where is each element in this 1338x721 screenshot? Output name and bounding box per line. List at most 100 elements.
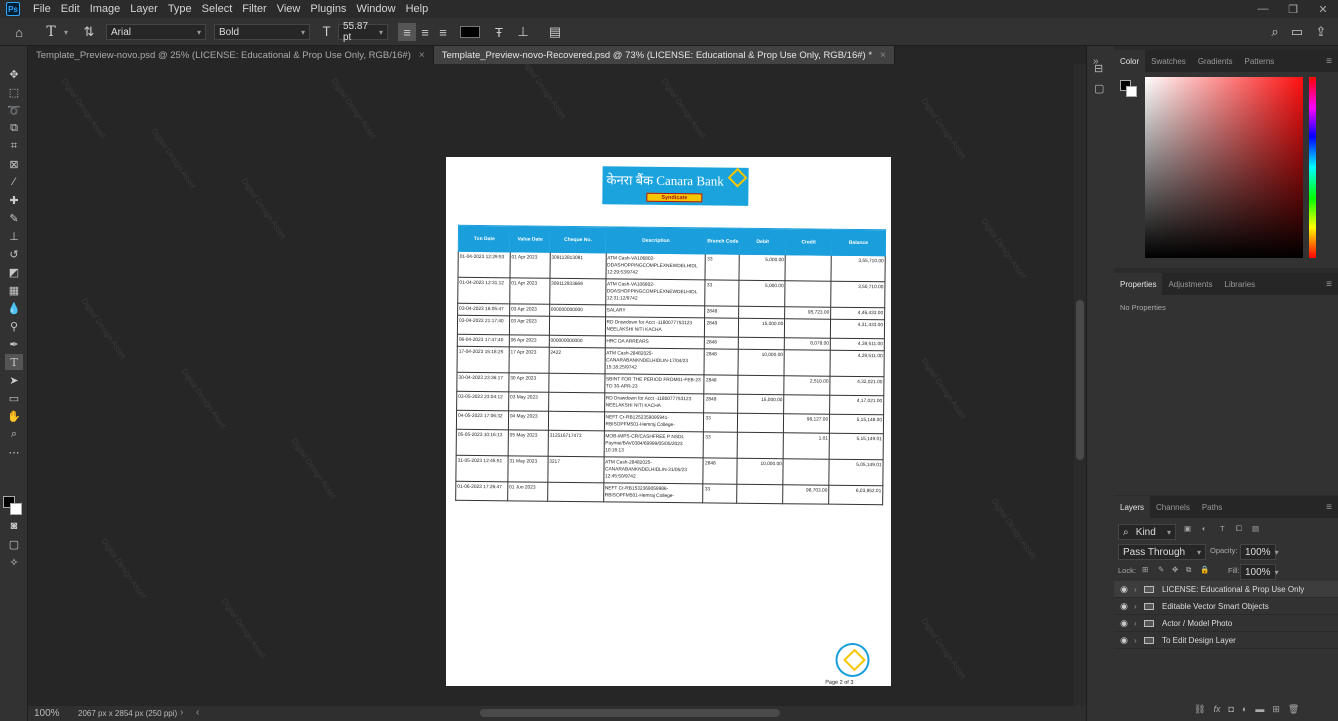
character-panel-icon[interactable]: ▤ bbox=[546, 23, 564, 41]
layer-style-icon[interactable]: fx bbox=[1213, 704, 1220, 715]
type-tool-icon[interactable]: T bbox=[5, 354, 23, 370]
tab-paths[interactable]: Paths bbox=[1196, 496, 1228, 518]
workspace-icon[interactable]: ▭ bbox=[1288, 23, 1306, 41]
healing-brush-icon[interactable]: ✚ bbox=[5, 192, 23, 208]
filter-type-icon[interactable]: T bbox=[1220, 524, 1225, 533]
link-layers-icon[interactable]: ⛓ bbox=[1194, 704, 1205, 715]
status-chevron-icon[interactable]: › bbox=[180, 707, 183, 718]
eraser-tool-icon[interactable]: ◩ bbox=[5, 264, 23, 280]
lock-pixels-icon[interactable]: ✎ bbox=[1158, 565, 1164, 574]
share-icon[interactable]: ⇪ bbox=[1312, 23, 1330, 41]
expand-arrow-icon[interactable]: › bbox=[1134, 585, 1144, 594]
fill-field[interactable]: 100% ▾ bbox=[1240, 564, 1279, 580]
pen-tool-icon[interactable]: ✒ bbox=[5, 336, 23, 352]
visibility-eye-icon[interactable]: ◉ bbox=[1114, 618, 1134, 629]
align-center-icon[interactable]: ≡ bbox=[416, 23, 434, 41]
font-size-field[interactable]: 55.87 pt ▾ bbox=[338, 21, 388, 43]
blend-mode-dropdown[interactable]: Pass Through ▾ bbox=[1118, 544, 1206, 560]
color-field[interactable] bbox=[1145, 77, 1303, 258]
filter-adjustment-icon[interactable]: ◐ bbox=[1202, 524, 1207, 533]
font-family-dropdown[interactable]: Arial ▾ bbox=[106, 24, 206, 40]
menu-edit[interactable]: Edit bbox=[56, 3, 85, 15]
panel-menu-icon[interactable]: ≡ bbox=[1326, 279, 1332, 290]
new-layer-icon[interactable]: ⊞ bbox=[1272, 704, 1280, 715]
tab-channels[interactable]: Channels bbox=[1150, 496, 1196, 518]
move-tool-icon[interactable]: ✥ bbox=[5, 66, 23, 82]
align-left-icon[interactable]: ≡ bbox=[398, 23, 416, 41]
type-tool-icon[interactable]: T bbox=[42, 23, 60, 41]
expand-arrow-icon[interactable]: › bbox=[1134, 636, 1144, 645]
menu-plugins[interactable]: Plugins bbox=[305, 3, 351, 15]
menu-layer[interactable]: Layer bbox=[125, 3, 163, 15]
layer-row[interactable]: ◉ › Editable Vector Smart Objects bbox=[1114, 598, 1338, 615]
blur-tool-icon[interactable]: 💧 bbox=[5, 300, 23, 316]
home-icon[interactable]: ⌂ bbox=[10, 23, 28, 41]
tab-libraries[interactable]: Libraries bbox=[1219, 273, 1262, 295]
crop-tool-icon[interactable]: ⌗ bbox=[5, 138, 23, 154]
tab-swatches[interactable]: Swatches bbox=[1145, 50, 1192, 72]
toggle-orientation-icon[interactable]: ⇅ bbox=[80, 23, 98, 41]
zoom-tool-icon[interactable]: ⌕ bbox=[5, 426, 23, 442]
restore-icon[interactable]: ❐ bbox=[1278, 0, 1308, 18]
visibility-eye-icon[interactable]: ◉ bbox=[1114, 601, 1134, 612]
tab-gradients[interactable]: Gradients bbox=[1192, 50, 1239, 72]
history-brush-icon[interactable]: ↺ bbox=[5, 246, 23, 262]
lock-position-icon[interactable]: ✥ bbox=[1172, 565, 1178, 574]
document-canvas[interactable]: केनरा बैंक Canara Bank Syndicate Txn Dat… bbox=[446, 157, 891, 686]
close-tab-icon[interactable]: × bbox=[880, 50, 886, 61]
brush-tool-icon[interactable]: ✎ bbox=[5, 210, 23, 226]
lock-all-icon[interactable]: 🔒 bbox=[1200, 565, 1209, 574]
tab-properties[interactable]: Properties bbox=[1114, 273, 1163, 295]
zoom-level[interactable]: 100% bbox=[34, 708, 60, 719]
close-window-icon[interactable]: ✕ bbox=[1308, 0, 1338, 18]
filter-smart-object-icon[interactable]: ▤ bbox=[1252, 524, 1259, 533]
align-right-icon[interactable]: ≡ bbox=[434, 23, 452, 41]
scroll-left-icon[interactable]: ‹ bbox=[196, 707, 199, 718]
menu-view[interactable]: View bbox=[272, 3, 306, 15]
layer-row[interactable]: ◉ › LICENSE: Educational & Prop Use Only bbox=[1114, 581, 1338, 598]
close-tab-icon[interactable]: × bbox=[419, 50, 425, 61]
marquee-tool-icon[interactable]: ⬚ bbox=[5, 84, 23, 100]
tab-patterns[interactable]: Patterns bbox=[1239, 50, 1281, 72]
warp-text-icon[interactable]: Ŧ bbox=[490, 23, 508, 41]
path-selection-icon[interactable]: ➤ bbox=[5, 372, 23, 388]
screen-mode-icon[interactable]: ▢ bbox=[5, 536, 23, 552]
layer-row[interactable]: ◉ › To Edit Design Layer bbox=[1114, 632, 1338, 649]
visibility-eye-icon[interactable]: ◉ bbox=[1114, 635, 1134, 646]
gradient-tool-icon[interactable]: ▦ bbox=[5, 282, 23, 298]
history-icon[interactable]: ⊟ bbox=[1094, 62, 1103, 75]
3d-text-icon[interactable]: ⊥ bbox=[514, 23, 532, 41]
background-color-swatch[interactable] bbox=[10, 503, 22, 515]
search-icon[interactable]: ⌕ bbox=[1266, 23, 1284, 41]
tab-template-preview[interactable]: Template_Preview-novo.psd @ 25% (LICENSE… bbox=[28, 46, 434, 64]
opacity-field[interactable]: 100% ▾ bbox=[1240, 544, 1279, 560]
eyedropper-tool-icon[interactable]: ⁄ bbox=[5, 174, 23, 190]
add-mask-icon[interactable]: ◘ bbox=[1228, 704, 1233, 715]
filter-pixel-icon[interactable]: ▣ bbox=[1184, 524, 1191, 533]
tab-layers[interactable]: Layers bbox=[1114, 496, 1151, 518]
panel-menu-icon[interactable]: ≡ bbox=[1326, 56, 1332, 67]
rectangle-tool-icon[interactable]: ▭ bbox=[5, 390, 23, 406]
menu-filter[interactable]: Filter bbox=[237, 3, 271, 15]
visibility-eye-icon[interactable]: ◉ bbox=[1114, 584, 1134, 595]
hue-slider[interactable] bbox=[1309, 77, 1316, 258]
menu-type[interactable]: Type bbox=[163, 3, 197, 15]
tab-color[interactable]: Color bbox=[1114, 50, 1146, 72]
quick-mask-icon[interactable]: ◙ bbox=[5, 518, 23, 534]
expand-arrow-icon[interactable]: › bbox=[1134, 602, 1144, 611]
new-group-icon[interactable]: ▬ bbox=[1255, 704, 1264, 715]
layer-row[interactable]: ◉ › Actor / Model Photo bbox=[1114, 615, 1338, 632]
tab-adjustments[interactable]: Adjustments bbox=[1162, 273, 1218, 295]
generative-icon[interactable]: ✧ bbox=[5, 554, 23, 570]
lock-transparent-icon[interactable]: ⊞ bbox=[1142, 565, 1148, 574]
vertical-scrollbar[interactable] bbox=[1074, 64, 1086, 706]
menu-help[interactable]: Help bbox=[401, 3, 434, 15]
layer-filter-dropdown[interactable]: ⌕ Kind ▾ bbox=[1118, 524, 1176, 540]
filter-shape-icon[interactable]: ⧠ bbox=[1236, 524, 1242, 534]
more-tools-icon[interactable]: ⋯ bbox=[5, 444, 23, 460]
panel-menu-icon[interactable]: ≡ bbox=[1326, 502, 1332, 513]
text-color-swatch[interactable] bbox=[460, 26, 480, 38]
dodge-tool-icon[interactable]: ⚲ bbox=[5, 318, 23, 334]
lasso-tool-icon[interactable]: ➰ bbox=[5, 102, 23, 118]
comments-icon[interactable]: ▢ bbox=[1094, 82, 1104, 95]
